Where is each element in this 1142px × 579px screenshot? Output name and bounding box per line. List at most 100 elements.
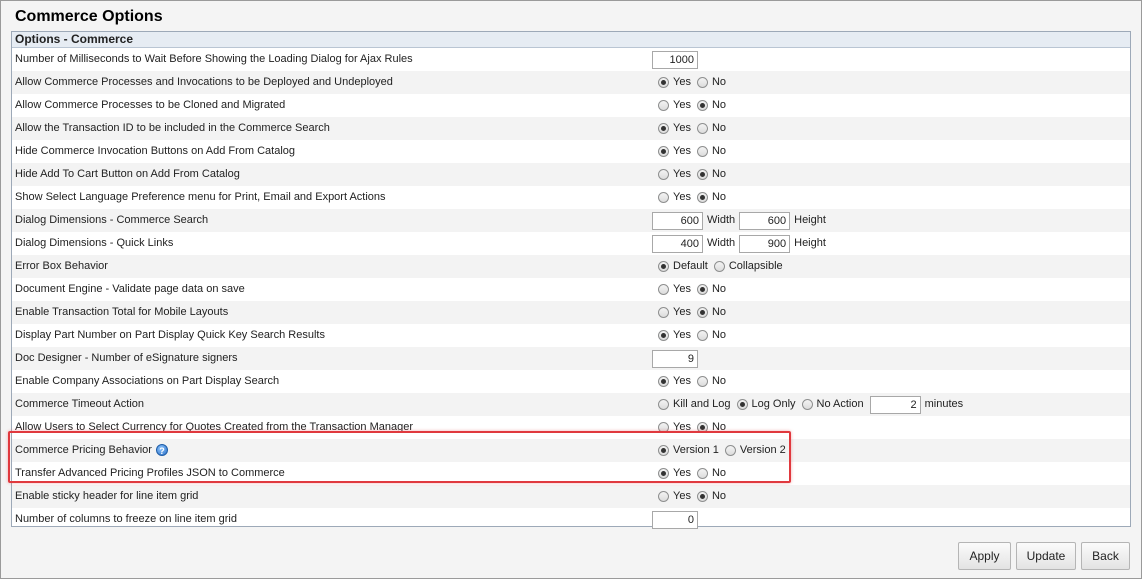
option-label: Enable Transaction Total for Mobile Layo… — [15, 301, 228, 324]
no-option[interactable]: No — [696, 117, 726, 140]
yes-radio[interactable] — [658, 307, 669, 318]
yes-radio[interactable] — [658, 468, 669, 479]
no-option[interactable]: No — [696, 71, 727, 94]
yes-option[interactable]: Yes — [658, 301, 691, 324]
kill-and-log-radio[interactable] — [658, 399, 669, 410]
help-icon[interactable]: ? — [155, 444, 168, 456]
yes-option[interactable]: Yes — [658, 94, 691, 117]
no-radio[interactable] — [696, 192, 708, 203]
update-button[interactable]: Update — [1016, 542, 1076, 570]
log-only-label: Log Only — [751, 398, 796, 410]
yes-option[interactable]: Yes — [658, 416, 691, 439]
no-radio[interactable] — [696, 146, 708, 157]
page-title: Commerce Options — [15, 8, 163, 25]
yes-radio[interactable] — [658, 491, 669, 502]
version-1-option[interactable]: Version 1 — [658, 439, 719, 462]
collapsible-radio[interactable] — [713, 261, 725, 272]
log-only-radio[interactable] — [736, 399, 748, 410]
minutes-input[interactable]: 2 — [869, 395, 921, 414]
no-radio[interactable] — [696, 491, 708, 502]
yes-radio[interactable] — [658, 376, 669, 387]
no-option[interactable]: No — [696, 140, 727, 163]
no-action-radio[interactable] — [801, 399, 813, 410]
no-option[interactable]: No — [696, 462, 726, 485]
no-option[interactable]: No — [696, 163, 726, 186]
no-radio[interactable] — [696, 123, 708, 134]
no-radio[interactable] — [696, 330, 708, 341]
yes-radio[interactable] — [658, 422, 669, 433]
no-label: No — [711, 329, 727, 341]
option-control: Yes No — [658, 163, 732, 186]
yes-radio[interactable] — [658, 146, 669, 157]
yes-radio[interactable] — [658, 123, 669, 134]
no-radio[interactable] — [696, 77, 708, 88]
yes-option[interactable]: Yes — [658, 163, 691, 186]
width-input[interactable]: 400 — [652, 234, 703, 253]
yes-option[interactable]: Yes — [658, 186, 691, 209]
no-radio[interactable] — [696, 169, 708, 180]
yes-radio[interactable] — [658, 330, 669, 341]
default-option[interactable]: Default — [658, 255, 708, 278]
yes-radio[interactable] — [658, 284, 669, 295]
yes-option[interactable]: Yes — [658, 140, 691, 163]
collapsible-option[interactable]: Collapsible — [713, 255, 783, 278]
yes-option[interactable]: Yes — [658, 485, 691, 508]
no-option[interactable]: No — [696, 301, 726, 324]
log-only-option[interactable]: Log Only — [736, 393, 796, 416]
yes-radio[interactable] — [658, 100, 669, 111]
option-label-text: Allow Users to Select Currency for Quote… — [15, 421, 414, 433]
no-radio[interactable] — [696, 376, 708, 387]
no-option[interactable]: No — [696, 416, 726, 439]
version-2-option[interactable]: Version 2 — [724, 439, 786, 462]
no-label: No — [711, 76, 727, 88]
version-2-radio[interactable] — [724, 445, 736, 456]
option-control: 1000 — [652, 48, 702, 71]
no-option[interactable]: No — [696, 186, 726, 209]
no-radio[interactable] — [696, 422, 708, 433]
version-1-radio[interactable] — [658, 445, 669, 456]
version-2-label: Version 2 — [739, 444, 786, 456]
number-input[interactable]: 1000 — [652, 50, 698, 69]
no-radio[interactable] — [696, 468, 708, 479]
no-option[interactable]: No — [696, 324, 727, 347]
yes-option[interactable]: Yes — [658, 462, 691, 485]
option-label-text: Enable sticky header for line item grid — [15, 490, 199, 502]
option-label-text: Hide Commerce Invocation Buttons on Add … — [15, 145, 296, 157]
yes-option[interactable]: Yes — [658, 117, 691, 140]
option-label: Enable sticky header for line item grid — [15, 485, 198, 508]
default-radio[interactable] — [658, 261, 669, 272]
option-row: Allow Commerce Processes and Invocations… — [12, 71, 1130, 94]
no-radio[interactable] — [696, 100, 708, 111]
option-row: Enable Company Associations on Part Disp… — [12, 370, 1130, 393]
no-option[interactable]: No — [696, 370, 726, 393]
number-input[interactable]: 0 — [652, 510, 698, 529]
option-control: Default Collapsible — [658, 255, 789, 278]
no-label: No — [711, 145, 727, 157]
option-control: Yes No — [658, 485, 732, 508]
no-option[interactable]: No — [696, 94, 726, 117]
yes-option[interactable]: Yes — [658, 71, 691, 94]
height-input[interactable]: 900 — [739, 234, 791, 253]
height-input[interactable]: 600 — [739, 211, 791, 230]
yes-radio[interactable] — [658, 77, 669, 88]
yes-option[interactable]: Yes — [658, 324, 691, 347]
no-option[interactable]: No — [696, 485, 726, 508]
yes-radio[interactable] — [658, 192, 669, 203]
yes-label: Yes — [673, 329, 691, 341]
option-label: Dialog Dimensions - Commerce Search — [15, 209, 208, 232]
no-action-option[interactable]: No Action — [801, 393, 864, 416]
back-button[interactable]: Back — [1081, 542, 1130, 570]
yes-radio[interactable] — [658, 169, 669, 180]
no-radio[interactable] — [696, 307, 708, 318]
apply-button[interactable]: Apply — [958, 542, 1011, 570]
yes-option[interactable]: Yes — [658, 278, 691, 301]
no-option[interactable]: No — [696, 278, 726, 301]
option-label: Transfer Advanced Pricing Profiles JSON … — [15, 462, 285, 485]
no-radio[interactable] — [696, 284, 708, 295]
number-input[interactable]: 9 — [652, 349, 698, 368]
option-label-text: Allow Commerce Processes and Invocations… — [15, 76, 393, 88]
width-input[interactable]: 600 — [652, 211, 703, 230]
option-label-text: Show Select Language Preference menu for… — [15, 191, 386, 203]
yes-option[interactable]: Yes — [658, 370, 691, 393]
kill-and-log-option[interactable]: Kill and Log — [658, 393, 731, 416]
